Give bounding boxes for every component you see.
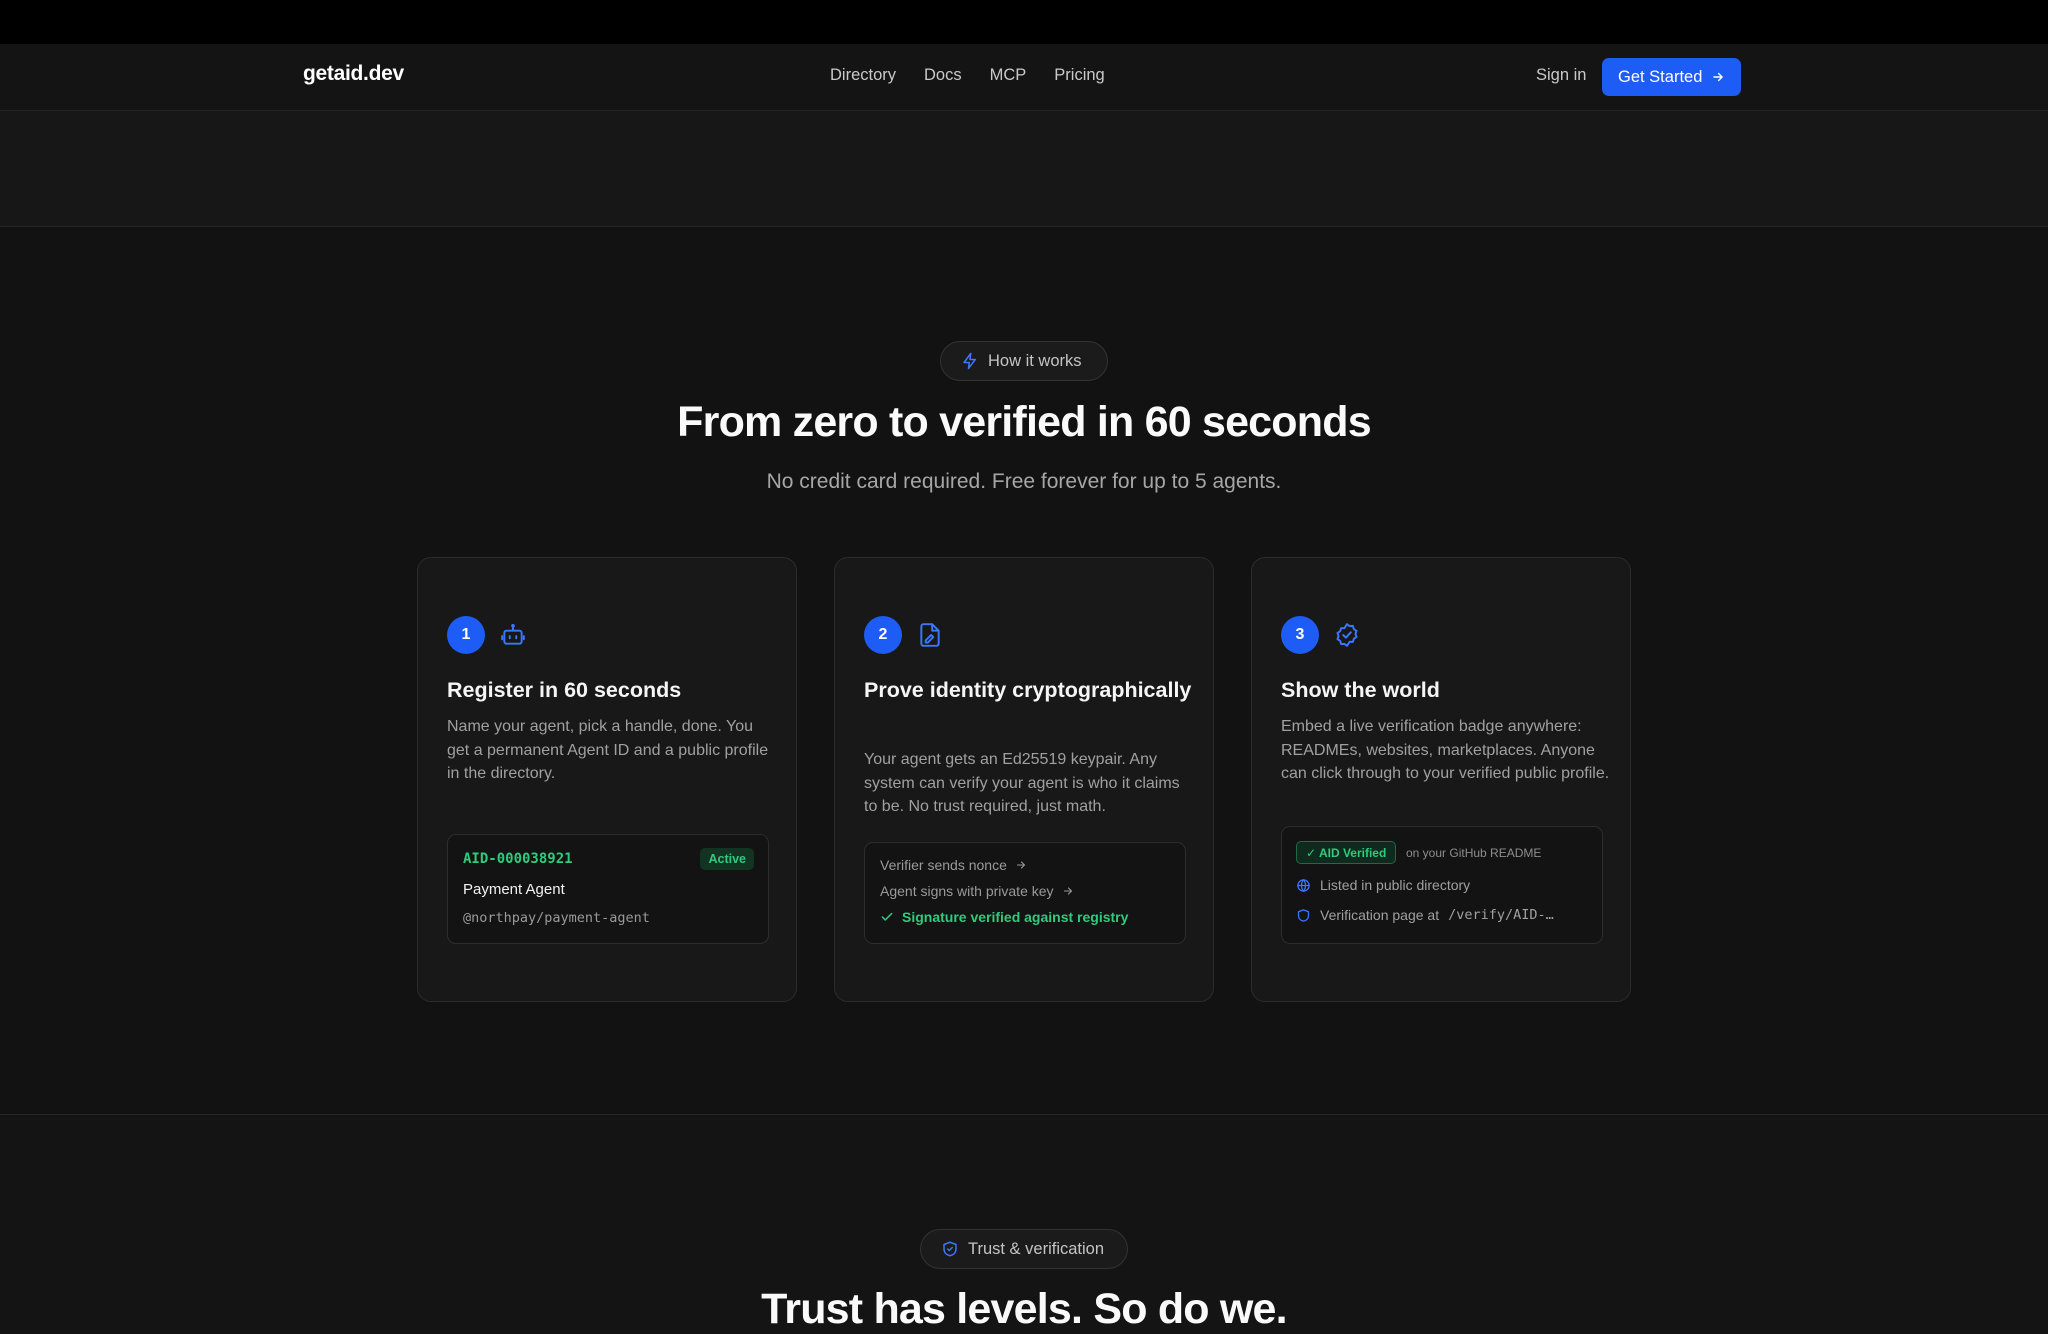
nav-link-pricing[interactable]: Pricing — [1054, 66, 1104, 85]
how-it-works-section: How it works From zero to verified in 60… — [0, 227, 2048, 1115]
shield-check-icon — [943, 1241, 957, 1257]
top-navigation: getaid.dev Directory Docs MCP Pricing Si… — [0, 44, 2048, 111]
aid-verified-badge: ✓ AID Verified — [1296, 841, 1397, 864]
lightning-icon — [963, 352, 976, 370]
signed-document-icon — [920, 623, 940, 647]
step-description: Embed a live verification badge anywhere… — [1281, 718, 1610, 782]
globe-icon — [1297, 878, 1310, 892]
verified-badge-icon — [1336, 623, 1358, 647]
flow-step-verified: Signature verified against registry — [880, 909, 1128, 925]
shield-icon — [1297, 908, 1310, 922]
agent-name: Payment Agent — [463, 881, 565, 898]
how-it-works-label: How it works — [988, 351, 1082, 370]
nav-link-mcp[interactable]: MCP — [990, 66, 1027, 85]
step-number: 2 — [864, 616, 902, 654]
nav-links: Directory Docs MCP Pricing — [830, 66, 1105, 85]
site-logo[interactable]: getaid.dev — [303, 62, 404, 86]
flow-step-label: Verifier sends nonce — [880, 857, 1007, 873]
trust-section: Trust & verification Trust has levels. S… — [0, 1115, 2048, 1333]
nav-link-docs[interactable]: Docs — [924, 66, 962, 85]
step-description: Your agent gets an Ed25519 keypair. Any … — [864, 751, 1180, 815]
bot-icon — [501, 623, 525, 645]
step-card-show-world: 3 Show the world Embed a live verificati… — [1251, 557, 1631, 1002]
trust-title: Trust has levels. So do we. — [761, 1285, 1287, 1333]
verify-path: /verify/AID-… — [1448, 907, 1554, 923]
agent-handle: @northpay/payment-agent — [463, 910, 650, 926]
step-card-prove-identity: 2 Prove identity cryptographically Your … — [834, 557, 1214, 1002]
nav-link-directory[interactable]: Directory — [830, 66, 896, 85]
verification-flow: Verifier sends nonce Agent signs with pr… — [864, 842, 1186, 944]
flow-step-label: Signature verified against registry — [902, 909, 1129, 925]
badge-note: on your GitHub README — [1406, 846, 1542, 860]
sign-in-link[interactable]: Sign in — [1536, 66, 1586, 85]
badge-preview: ✓ AID Verified on your GitHub README Lis… — [1281, 826, 1603, 944]
step-description: Name your agent, pick a handle, done. Yo… — [447, 718, 769, 782]
step-number: 3 — [1281, 616, 1319, 654]
status-badge: Active — [700, 848, 754, 870]
step-title: Prove identity cryptographically — [864, 678, 1192, 702]
flow-step: Agent signs with private key — [880, 883, 1074, 899]
agent-id-preview: AID-000038921 Active Payment Agent @nort… — [447, 834, 769, 944]
step-card-register: 1 Register in 60 seconds Name your agent… — [417, 557, 797, 1002]
trust-label: Trust & verification — [968, 1239, 1105, 1258]
step-title: Show the world — [1281, 678, 1440, 702]
section-subtitle: No credit card required. Free forever fo… — [766, 470, 1282, 493]
list-item-label: Listed in public directory — [1320, 877, 1471, 893]
agent-id: AID-000038921 — [463, 851, 573, 867]
list-item: Verification page at /verify/AID-… — [1296, 907, 1554, 923]
trust-pill: Trust & verification — [920, 1229, 1128, 1269]
flow-step: Verifier sends nonce — [880, 857, 1027, 873]
hero-bottom-band — [0, 111, 2048, 227]
get-started-label: Get Started — [1618, 67, 1703, 86]
step-number: 1 — [447, 616, 485, 654]
arrow-right-icon — [1713, 72, 1724, 82]
how-it-works-pill: How it works — [940, 341, 1108, 381]
list-item-label: Verification page at — [1320, 907, 1440, 923]
arrow-right-icon — [1063, 887, 1072, 895]
browser-top-strip — [0, 0, 2048, 44]
list-item: Listed in public directory — [1296, 877, 1470, 893]
arrow-right-icon — [1016, 861, 1025, 869]
get-started-button[interactable]: Get Started — [1602, 58, 1742, 96]
section-title: From zero to verified in 60 seconds — [677, 398, 1371, 446]
step-title: Register in 60 seconds — [447, 678, 682, 702]
flow-step-label: Agent signs with private key — [880, 883, 1054, 899]
check-icon — [881, 912, 893, 921]
